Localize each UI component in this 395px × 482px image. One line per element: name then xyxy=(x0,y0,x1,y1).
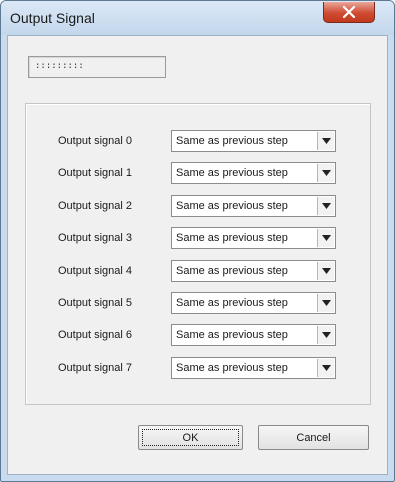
output-signal-label-7: Output signal 7 xyxy=(58,362,132,374)
output-signal-label-2: Output signal 2 xyxy=(58,200,132,212)
window-title: Output Signal xyxy=(10,10,95,26)
close-x-icon xyxy=(342,6,356,18)
output-signal-select-value: Same as previous step xyxy=(176,135,288,147)
output-signal-select-6[interactable]: Same as previous step xyxy=(171,324,336,346)
chevron-down-icon xyxy=(321,365,331,371)
dialog-client-area: ::::::::: Output signal 0Same as previou… xyxy=(7,35,388,475)
output-signal-select-value: Same as previous step xyxy=(176,167,288,179)
output-signal-select-value: Same as previous step xyxy=(176,265,288,277)
output-signal-select-2[interactable]: Same as previous step xyxy=(171,195,336,217)
dropdown-arrow-button[interactable] xyxy=(317,326,334,344)
chevron-down-icon xyxy=(321,268,331,274)
focus-rectangle xyxy=(142,429,239,446)
dropdown-arrow-button[interactable] xyxy=(317,359,334,377)
dropdown-arrow-button[interactable] xyxy=(317,229,334,247)
output-signal-select-1[interactable]: Same as previous step xyxy=(171,162,336,184)
cancel-button-label: Cancel xyxy=(296,431,331,444)
dropdown-arrow-button[interactable] xyxy=(317,132,334,150)
close-button[interactable] xyxy=(323,2,375,23)
output-signal-select-value: Same as previous step xyxy=(176,297,288,309)
chevron-down-icon xyxy=(321,332,331,338)
output-signal-select-7[interactable]: Same as previous step xyxy=(171,357,336,379)
output-signal-label-3: Output signal 3 xyxy=(58,232,132,244)
chevron-down-icon xyxy=(321,300,331,306)
signal-display-field: ::::::::: xyxy=(28,56,166,78)
ok-button[interactable]: OK xyxy=(138,425,243,450)
output-signal-label-4: Output signal 4 xyxy=(58,265,132,277)
output-signal-select-value: Same as previous step xyxy=(176,329,288,341)
output-signal-select-0[interactable]: Same as previous step xyxy=(171,130,336,152)
chevron-down-icon xyxy=(321,203,331,209)
output-signal-select-value: Same as previous step xyxy=(176,200,288,212)
output-signal-select-value: Same as previous step xyxy=(176,362,288,374)
chevron-down-icon xyxy=(321,235,331,241)
output-signal-select-3[interactable]: Same as previous step xyxy=(171,227,336,249)
title-bar[interactable]: Output Signal xyxy=(1,1,394,35)
output-signal-dialog: Output Signal ::::::::: Output signal 0S… xyxy=(0,0,395,482)
output-signal-select-5[interactable]: Same as previous step xyxy=(171,292,336,314)
output-signal-label-0: Output signal 0 xyxy=(58,135,132,147)
dropdown-arrow-button[interactable] xyxy=(317,164,334,182)
dropdown-arrow-button[interactable] xyxy=(317,197,334,215)
cancel-button[interactable]: Cancel xyxy=(258,425,369,450)
chevron-down-icon xyxy=(321,138,331,144)
dropdown-arrow-button[interactable] xyxy=(317,294,334,312)
output-signal-label-5: Output signal 5 xyxy=(58,297,132,309)
dropdown-arrow-button[interactable] xyxy=(317,262,334,280)
output-signal-label-1: Output signal 1 xyxy=(58,167,132,179)
output-signal-select-4[interactable]: Same as previous step xyxy=(171,260,336,282)
output-signal-select-value: Same as previous step xyxy=(176,232,288,244)
chevron-down-icon xyxy=(321,170,331,176)
output-signal-label-6: Output signal 6 xyxy=(58,329,132,341)
